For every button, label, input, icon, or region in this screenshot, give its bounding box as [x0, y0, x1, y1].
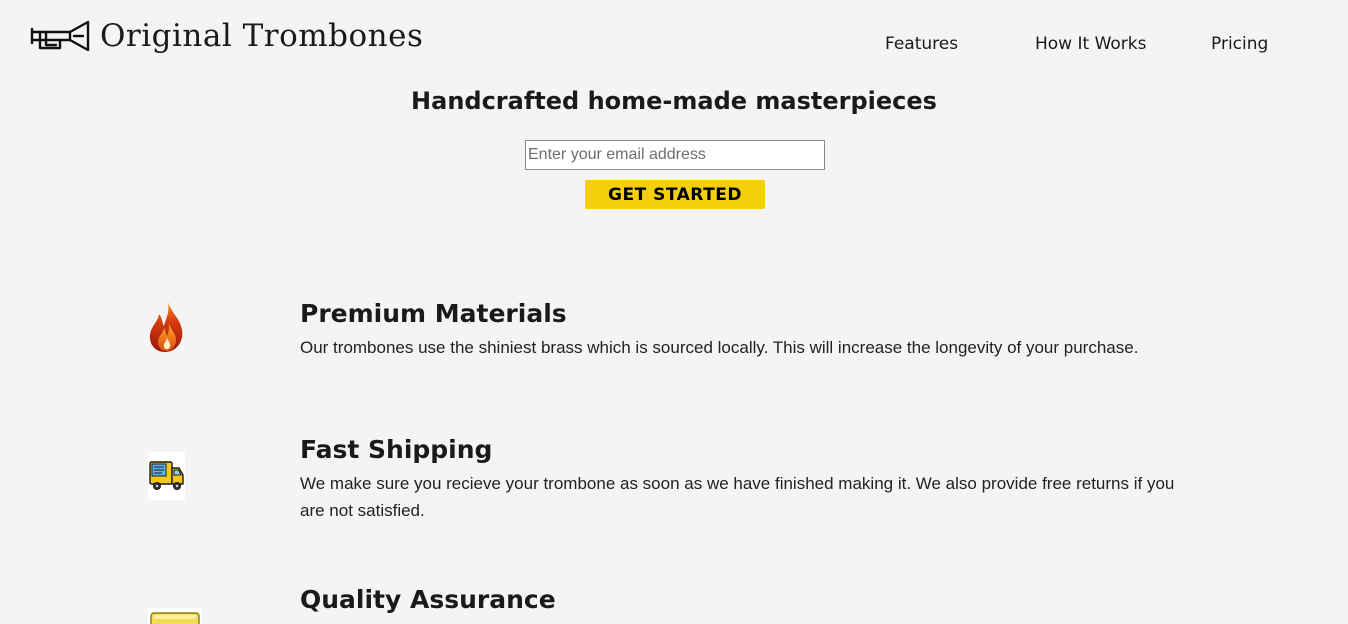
- get-started-button[interactable]: GET STARTED: [585, 180, 765, 209]
- feature-title-quality-assurance: Quality Assurance: [300, 585, 556, 614]
- hero-title: Handcrafted home-made masterpieces: [411, 87, 937, 115]
- nav-link-pricing[interactable]: Pricing: [1211, 36, 1268, 53]
- feature-description-premium-materials: Our trombones use the shiniest brass whi…: [300, 338, 1139, 357]
- brand-name: Original Trombones: [100, 17, 424, 54]
- flame-icon: [149, 302, 183, 352]
- delivery-truck-icon: [148, 452, 185, 500]
- feature-description-fast-shipping: We make sure you recieve your trombone a…: [300, 474, 1175, 520]
- logo-link[interactable]: Original Trombones: [30, 18, 423, 54]
- site-header: Original Trombones Features How It Works…: [0, 0, 1348, 80]
- quality-badge-icon: [148, 608, 202, 624]
- feature-title-fast-shipping: Fast Shipping: [300, 435, 493, 464]
- trombone-icon: [30, 20, 90, 52]
- nav-link-features[interactable]: Features: [885, 36, 958, 53]
- feature-title-premium-materials: Premium Materials: [300, 299, 567, 328]
- nav-link-how-it-works[interactable]: How It Works: [1035, 36, 1146, 53]
- email-input[interactable]: [525, 140, 825, 170]
